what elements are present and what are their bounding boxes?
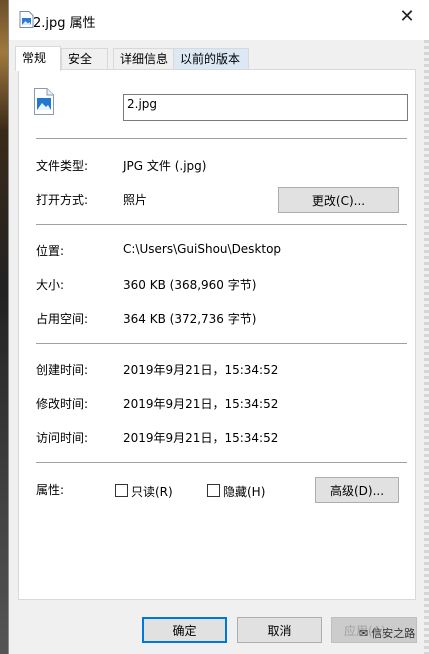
ok-button[interactable]: 确定	[142, 617, 227, 643]
disk-size-label: 占用空间:	[36, 312, 89, 326]
readonly-label[interactable]: 只读(R)	[131, 483, 173, 500]
divider	[36, 462, 407, 463]
window-title: 2.jpg 属性	[33, 16, 96, 31]
tab-label: 安全	[68, 52, 93, 66]
readonly-checkbox[interactable]	[115, 484, 128, 497]
advanced-button[interactable]: 高级(D)...	[315, 477, 399, 503]
tab-previous-versions[interactable]: 以前的版本	[173, 48, 249, 69]
size-value: 360 KB (368,960 字节)	[123, 278, 257, 292]
attributes-label: 属性:	[36, 483, 65, 497]
background-scroll-strip	[424, 40, 429, 654]
size-label: 大小:	[36, 278, 65, 292]
watermark: ✉ 信安之路	[359, 625, 415, 641]
desktop-background	[0, 0, 8, 654]
properties-dialog: 2.jpg 属性 ✕ 常规 安全 详细信息 以前的版本 2.jpg 文件类型: …	[8, 0, 429, 654]
hidden-label[interactable]: 隐藏(H)	[223, 483, 265, 500]
created-label: 创建时间:	[36, 363, 89, 377]
accessed-value: 2019年9月21日，15:34:52	[123, 431, 279, 445]
tab-general[interactable]: 常规	[15, 46, 61, 71]
file-type-value: JPG 文件 (.jpg)	[123, 159, 207, 173]
tab-strip: 常规 安全 详细信息 以前的版本	[13, 46, 429, 71]
hidden-checkbox[interactable]	[207, 484, 220, 497]
title-bar[interactable]: 2.jpg 属性 ✕	[9, 0, 429, 40]
tab-details[interactable]: 详细信息	[113, 48, 177, 69]
divider	[36, 343, 407, 344]
divider	[36, 224, 407, 225]
image-file-icon	[19, 11, 34, 28]
tab-label: 详细信息	[120, 52, 169, 66]
filename-field[interactable]: 2.jpg	[123, 94, 408, 121]
close-button[interactable]: ✕	[384, 0, 429, 32]
cancel-button[interactable]: 取消	[237, 617, 322, 643]
location-label: 位置:	[36, 244, 65, 258]
change-button[interactable]: 更改(C)...	[278, 187, 399, 213]
image-file-icon	[34, 88, 54, 115]
tab-label: 以前的版本	[180, 52, 241, 66]
chat-icon: ✉	[359, 626, 369, 640]
general-panel	[18, 69, 416, 600]
close-icon: ✕	[399, 5, 415, 27]
location-value: C:\Users\GuiShou\Desktop	[123, 242, 282, 256]
disk-size-value: 364 KB (372,736 字节)	[123, 312, 257, 326]
modified-value: 2019年9月21日，15:34:52	[123, 397, 279, 411]
modified-label: 修改时间:	[36, 397, 89, 411]
tab-label: 常规	[22, 51, 47, 65]
accessed-label: 访问时间:	[36, 431, 89, 445]
divider	[36, 138, 407, 139]
opens-with-label: 打开方式:	[36, 193, 89, 207]
opens-with-value: 照片	[123, 193, 148, 207]
watermark-text: 信安之路	[371, 627, 416, 640]
tab-security[interactable]: 安全	[61, 48, 108, 69]
created-value: 2019年9月21日，15:34:52	[123, 363, 279, 377]
file-type-label: 文件类型:	[36, 159, 89, 173]
